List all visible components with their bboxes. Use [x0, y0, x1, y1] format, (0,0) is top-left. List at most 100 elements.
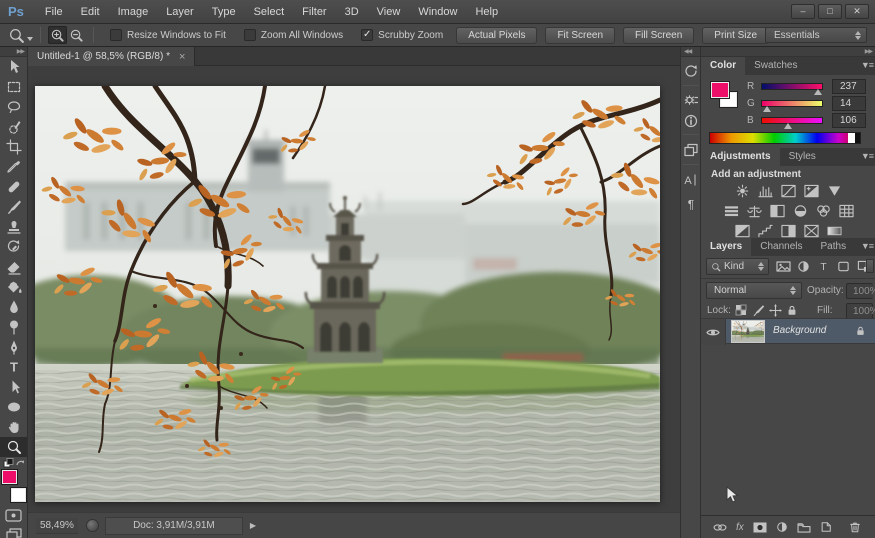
screen-mode-button[interactable]: [0, 505, 27, 525]
type-tool[interactable]: T: [0, 357, 27, 377]
new-layer-icon[interactable]: [820, 521, 832, 533]
spectrum-black-cell[interactable]: [855, 133, 860, 143]
actions-panel-icon[interactable]: [681, 89, 701, 111]
panel-menu-icon[interactable]: ▼≡: [861, 151, 874, 161]
dock-collapse-toggle[interactable]: ◀◀: [681, 47, 700, 57]
add-layer-mask-icon[interactable]: [753, 522, 767, 533]
link-layers-icon[interactable]: [713, 522, 727, 533]
workspace-switcher[interactable]: Essentials: [765, 27, 867, 43]
blue-slider[interactable]: [761, 117, 823, 129]
opacity-value[interactable]: 100%: [846, 283, 875, 299]
document-tab[interactable]: Untitled-1 @ 58,5% (RGB/8) * ×: [28, 47, 196, 66]
menu-select[interactable]: Select: [245, 0, 294, 24]
spectrum-white-cell[interactable]: [848, 133, 855, 143]
zoom-tool[interactable]: [0, 437, 27, 457]
document-image[interactable]: [35, 86, 660, 502]
threshold-icon[interactable]: [780, 224, 797, 238]
tab-paths[interactable]: Paths: [812, 238, 856, 256]
paragraph-panel-icon[interactable]: ¶: [681, 193, 701, 215]
resize-windows-checkbox[interactable]: Resize Windows to Fit: [110, 29, 226, 41]
tab-adjustments[interactable]: Adjustments: [701, 148, 780, 166]
hue-saturation-icon[interactable]: [723, 204, 740, 218]
posterize-icon[interactable]: [757, 224, 774, 238]
background-color-swatch[interactable]: [10, 487, 27, 503]
menu-file[interactable]: File: [36, 0, 72, 24]
menu-filter[interactable]: Filter: [293, 0, 335, 24]
checkbox-box-checked[interactable]: ✓: [361, 29, 374, 41]
menu-3d[interactable]: 3D: [336, 0, 368, 24]
menu-image[interactable]: Image: [109, 0, 158, 24]
filter-kind-dropdown[interactable]: Kind: [706, 258, 769, 275]
lasso-tool[interactable]: [0, 97, 27, 117]
red-slider[interactable]: [761, 83, 823, 95]
history-panel-icon[interactable]: [681, 60, 701, 82]
blend-mode-dropdown[interactable]: Normal: [706, 282, 802, 299]
hand-tool[interactable]: [0, 417, 27, 437]
cascade-windows-icon[interactable]: [0, 525, 27, 538]
clone-stamp-tool[interactable]: [0, 217, 27, 237]
eraser-tool[interactable]: [0, 257, 27, 277]
tab-styles[interactable]: Styles: [780, 148, 825, 166]
scrubby-zoom-checkbox[interactable]: ✓ Scrubby Zoom: [361, 29, 443, 41]
zoom-level-field[interactable]: 58,49%: [36, 517, 78, 534]
actual-pixels-button[interactable]: Actual Pixels: [456, 26, 538, 44]
slider-thumb[interactable]: [814, 89, 823, 95]
blue-value-field[interactable]: 106: [832, 113, 866, 128]
photo-filter-icon[interactable]: [792, 204, 809, 218]
maximize-button[interactable]: □: [818, 4, 842, 19]
new-adjustment-layer-icon[interactable]: [776, 521, 788, 533]
green-slider[interactable]: [761, 100, 823, 112]
zoom-out-button[interactable]: [67, 26, 86, 44]
lock-position-icon[interactable]: [767, 302, 783, 318]
character-panel-icon[interactable]: A: [681, 169, 701, 191]
move-tool[interactable]: [0, 57, 27, 77]
menu-help[interactable]: Help: [466, 0, 507, 24]
menu-window[interactable]: Window: [409, 0, 466, 24]
slider-thumb[interactable]: [784, 123, 793, 129]
status-expand-arrow[interactable]: ▶: [250, 521, 256, 530]
zoom-tool-preset[interactable]: [8, 27, 33, 44]
panel-menu-icon[interactable]: ▼≡: [861, 60, 874, 70]
tab-color[interactable]: Color: [701, 57, 746, 75]
filter-shape-layers-icon[interactable]: [835, 258, 851, 274]
layer-thumbnail[interactable]: [731, 320, 765, 343]
canvas-pasteboard[interactable]: [28, 66, 680, 512]
green-value-field[interactable]: 14: [832, 96, 866, 111]
filter-pixel-layers-icon[interactable]: [775, 258, 791, 274]
menu-edit[interactable]: Edit: [72, 0, 109, 24]
fit-screen-button[interactable]: Fit Screen: [545, 26, 616, 44]
layer-row-background[interactable]: Background: [701, 318, 875, 345]
checkbox-box[interactable]: [110, 29, 122, 41]
blur-tool[interactable]: [0, 297, 27, 317]
history-brush-tool[interactable]: [0, 237, 27, 257]
levels-icon[interactable]: [757, 184, 774, 198]
fill-value[interactable]: 100%: [846, 303, 875, 319]
ellipse-shape-tool[interactable]: [0, 397, 27, 417]
paint-bucket-tool[interactable]: [0, 277, 27, 297]
menu-view[interactable]: View: [368, 0, 410, 24]
tab-channels[interactable]: Channels: [751, 238, 811, 256]
lock-transparency-icon[interactable]: [733, 302, 749, 318]
pen-tool[interactable]: [0, 337, 27, 357]
layer-comps-panel-icon[interactable]: [681, 139, 701, 161]
quick-selection-tool[interactable]: [0, 117, 27, 137]
zoom-in-button[interactable]: [48, 26, 67, 44]
fill-screen-button[interactable]: Fill Screen: [623, 26, 695, 44]
spot-healing-brush-tool[interactable]: [0, 177, 27, 197]
panel-dock-collapse-toggle[interactable]: ▶▶: [701, 47, 875, 57]
checkbox-box[interactable]: [243, 29, 256, 41]
layer-filter-toggle[interactable]: [866, 259, 874, 273]
brightness-contrast-icon[interactable]: [734, 184, 751, 198]
invert-icon[interactable]: [734, 224, 751, 238]
curves-icon[interactable]: [780, 184, 797, 198]
layer-style-button[interactable]: fx: [736, 522, 744, 533]
red-value-field[interactable]: 237: [832, 79, 866, 94]
toolbar-collapse-toggle[interactable]: ▶▶: [0, 47, 27, 57]
menu-type[interactable]: Type: [203, 0, 245, 24]
tab-close-icon[interactable]: ×: [179, 51, 185, 62]
print-size-button[interactable]: Print Size: [702, 26, 770, 44]
gradient-map-icon[interactable]: [826, 224, 843, 238]
lock-pixels-icon[interactable]: [750, 302, 766, 318]
panel-menu-icon[interactable]: ▼≡: [861, 241, 874, 251]
foreground-color-swatch[interactable]: [710, 81, 730, 99]
